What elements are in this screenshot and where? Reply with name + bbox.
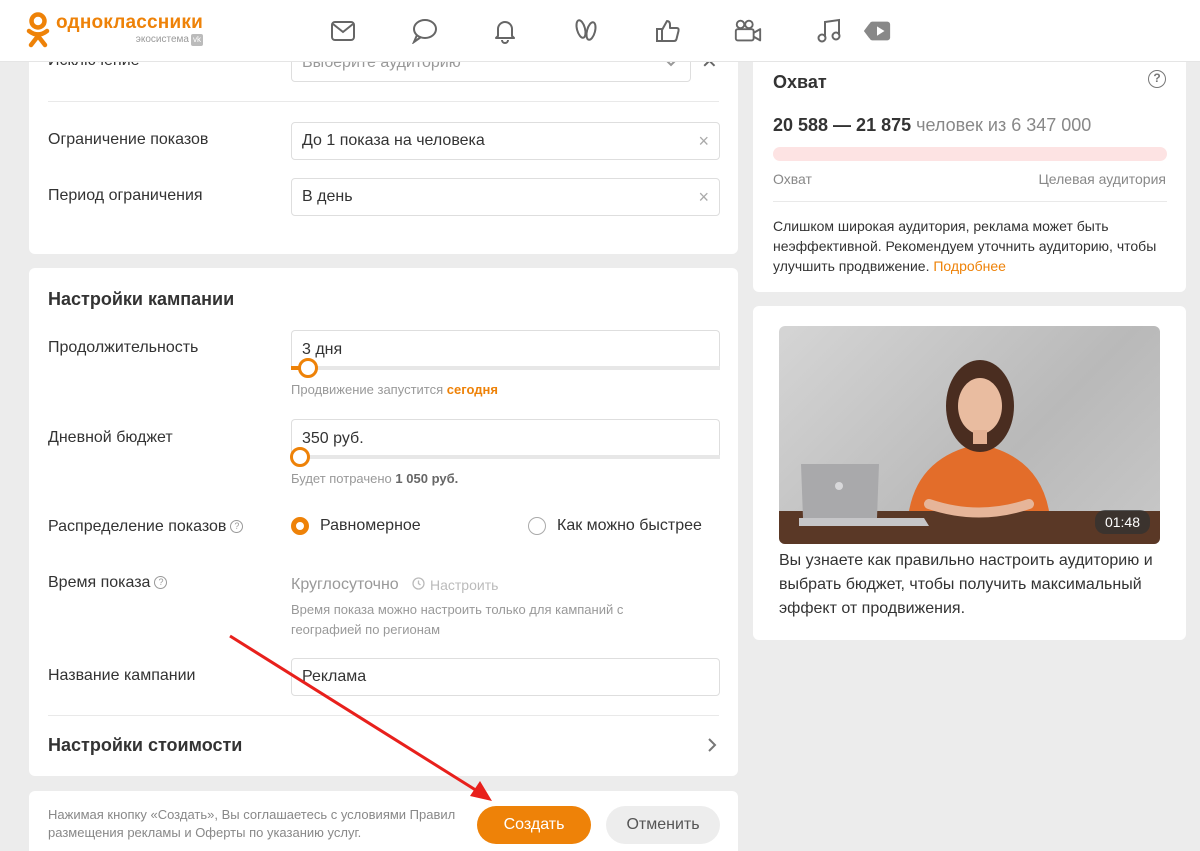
brand-name: одноклассники — [56, 12, 203, 33]
impression-limit-label: Ограничение показов — [48, 131, 209, 148]
reach-panel: Охват ? 20 588 — 21 875 человек из 6 347… — [753, 55, 1186, 292]
duration-hint: Продвижение запустится сегодня — [291, 382, 498, 397]
divider — [773, 201, 1167, 202]
radio-checked-icon — [291, 517, 309, 535]
top-navigation: одноклассники экосистема vk — [0, 0, 1200, 62]
radio-fast[interactable]: Как можно быстрее — [528, 517, 702, 535]
daily-budget-input[interactable]: 350 руб. — [291, 419, 720, 457]
reach-bar — [773, 147, 1167, 161]
duration-label: Продолжительность — [48, 339, 199, 356]
campaign-name-input[interactable]: Реклама — [291, 658, 720, 696]
video-camera-icon[interactable] — [733, 16, 763, 46]
daily-budget-slider[interactable] — [289, 447, 720, 467]
play-icon[interactable] — [862, 16, 892, 46]
bell-icon[interactable] — [490, 16, 520, 46]
reach-bar-right-label: Целевая аудитория — [1038, 171, 1166, 187]
video-thumbnail[interactable]: 01:48 — [779, 326, 1160, 544]
reach-bar-left-label: Охват — [773, 171, 812, 187]
reach-numbers: 20 588 — 21 875 человек из 6 347 000 — [773, 115, 1091, 136]
schedule-value: Круглосуточно — [291, 576, 399, 593]
help-icon[interactable]: ? — [1148, 70, 1166, 88]
clear-icon[interactable]: × — [698, 188, 709, 206]
more-link[interactable]: Подробнее — [933, 258, 1006, 274]
daily-budget-label: Дневной бюджет — [48, 429, 173, 446]
cost-settings-row[interactable]: Настройки стоимости — [48, 723, 719, 767]
duration-value: 3 дня — [302, 340, 343, 358]
help-icon[interactable]: ? — [154, 576, 168, 590]
terms-text: Нажимая кнопку «Создать», Вы соглашаетес… — [48, 807, 456, 840]
reach-suffix: человек из 6 347 000 — [916, 115, 1092, 135]
video-panel: 01:48 Вы узнаете как правильно настроить… — [753, 306, 1186, 640]
like-icon[interactable] — [653, 16, 683, 46]
limit-period-label: Период ограничения — [48, 187, 203, 204]
campaign-name-value: Реклама — [302, 668, 367, 685]
daily-budget-slider-handle[interactable] — [289, 447, 310, 467]
chevron-right-icon — [707, 737, 717, 758]
duration-slider-handle[interactable] — [298, 358, 319, 378]
clear-icon[interactable]: × — [698, 132, 709, 150]
schedule-configure-link: Настроить — [412, 577, 498, 593]
schedule-hint: Время показа можно настроить только для … — [291, 602, 624, 637]
campaign-settings-panel: Настройки кампании Продолжительность 3 д… — [29, 268, 738, 776]
campaign-name-label: Название кампании — [48, 667, 196, 684]
radio-even-label: Равномерное — [320, 517, 421, 534]
create-button[interactable]: Создать — [477, 806, 591, 844]
campaign-settings-title: Настройки кампании — [48, 289, 235, 309]
video-description: Вы узнаете как правильно настроить аудит… — [779, 552, 1153, 617]
distribution-label: Распределение показов? — [48, 518, 244, 536]
guests-icon[interactable] — [571, 16, 601, 46]
help-icon[interactable]: ? — [230, 520, 244, 534]
duration-slider[interactable] — [291, 358, 720, 378]
limit-period-value: В день — [302, 188, 353, 205]
budget-hint: Будет потрачено 1 050 руб. — [291, 471, 459, 486]
impression-limit-value: До 1 показа на человека — [302, 132, 485, 149]
music-icon[interactable] — [814, 16, 844, 46]
budget-total: 1 050 руб. — [395, 471, 459, 486]
brand-sub: экосистема vk — [135, 34, 203, 46]
daily-budget-value: 350 руб. — [302, 429, 364, 447]
ok-logo-icon — [26, 12, 50, 50]
clock-icon — [412, 577, 425, 593]
limit-period-select[interactable]: В день × — [291, 178, 720, 216]
radio-even[interactable]: Равномерное — [291, 517, 421, 535]
footer-panel: Нажимая кнопку «Создать», Вы соглашаетес… — [29, 791, 738, 851]
video-duration-badge: 01:48 — [1094, 510, 1150, 534]
duration-hint-value: сегодня — [446, 382, 498, 397]
radio-unchecked-icon — [528, 517, 546, 535]
schedule-label: Время показа? — [48, 574, 168, 592]
cancel-button[interactable]: Отменить — [606, 806, 720, 844]
ok-logo[interactable]: одноклассники экосистема vk — [26, 12, 203, 50]
mail-icon[interactable] — [328, 16, 358, 46]
cost-settings-title: Настройки стоимости — [48, 735, 243, 755]
impression-limit-select[interactable]: До 1 показа на человека × — [291, 122, 720, 160]
radio-fast-label: Как можно быстрее — [557, 517, 702, 534]
divider — [48, 101, 719, 102]
duration-input[interactable]: 3 дня — [291, 330, 720, 368]
chat-icon[interactable] — [409, 16, 439, 46]
vk-badge: vk — [190, 34, 203, 46]
audience-limits-panel: Исключение Выберите аудиторию ✕ Ограниче… — [29, 30, 738, 254]
reach-warning: Слишком широкая аудитория, реклама может… — [773, 218, 1157, 274]
reach-title: Охват — [773, 72, 827, 92]
divider — [48, 715, 719, 716]
reach-range: 20 588 — 21 875 — [773, 115, 912, 135]
